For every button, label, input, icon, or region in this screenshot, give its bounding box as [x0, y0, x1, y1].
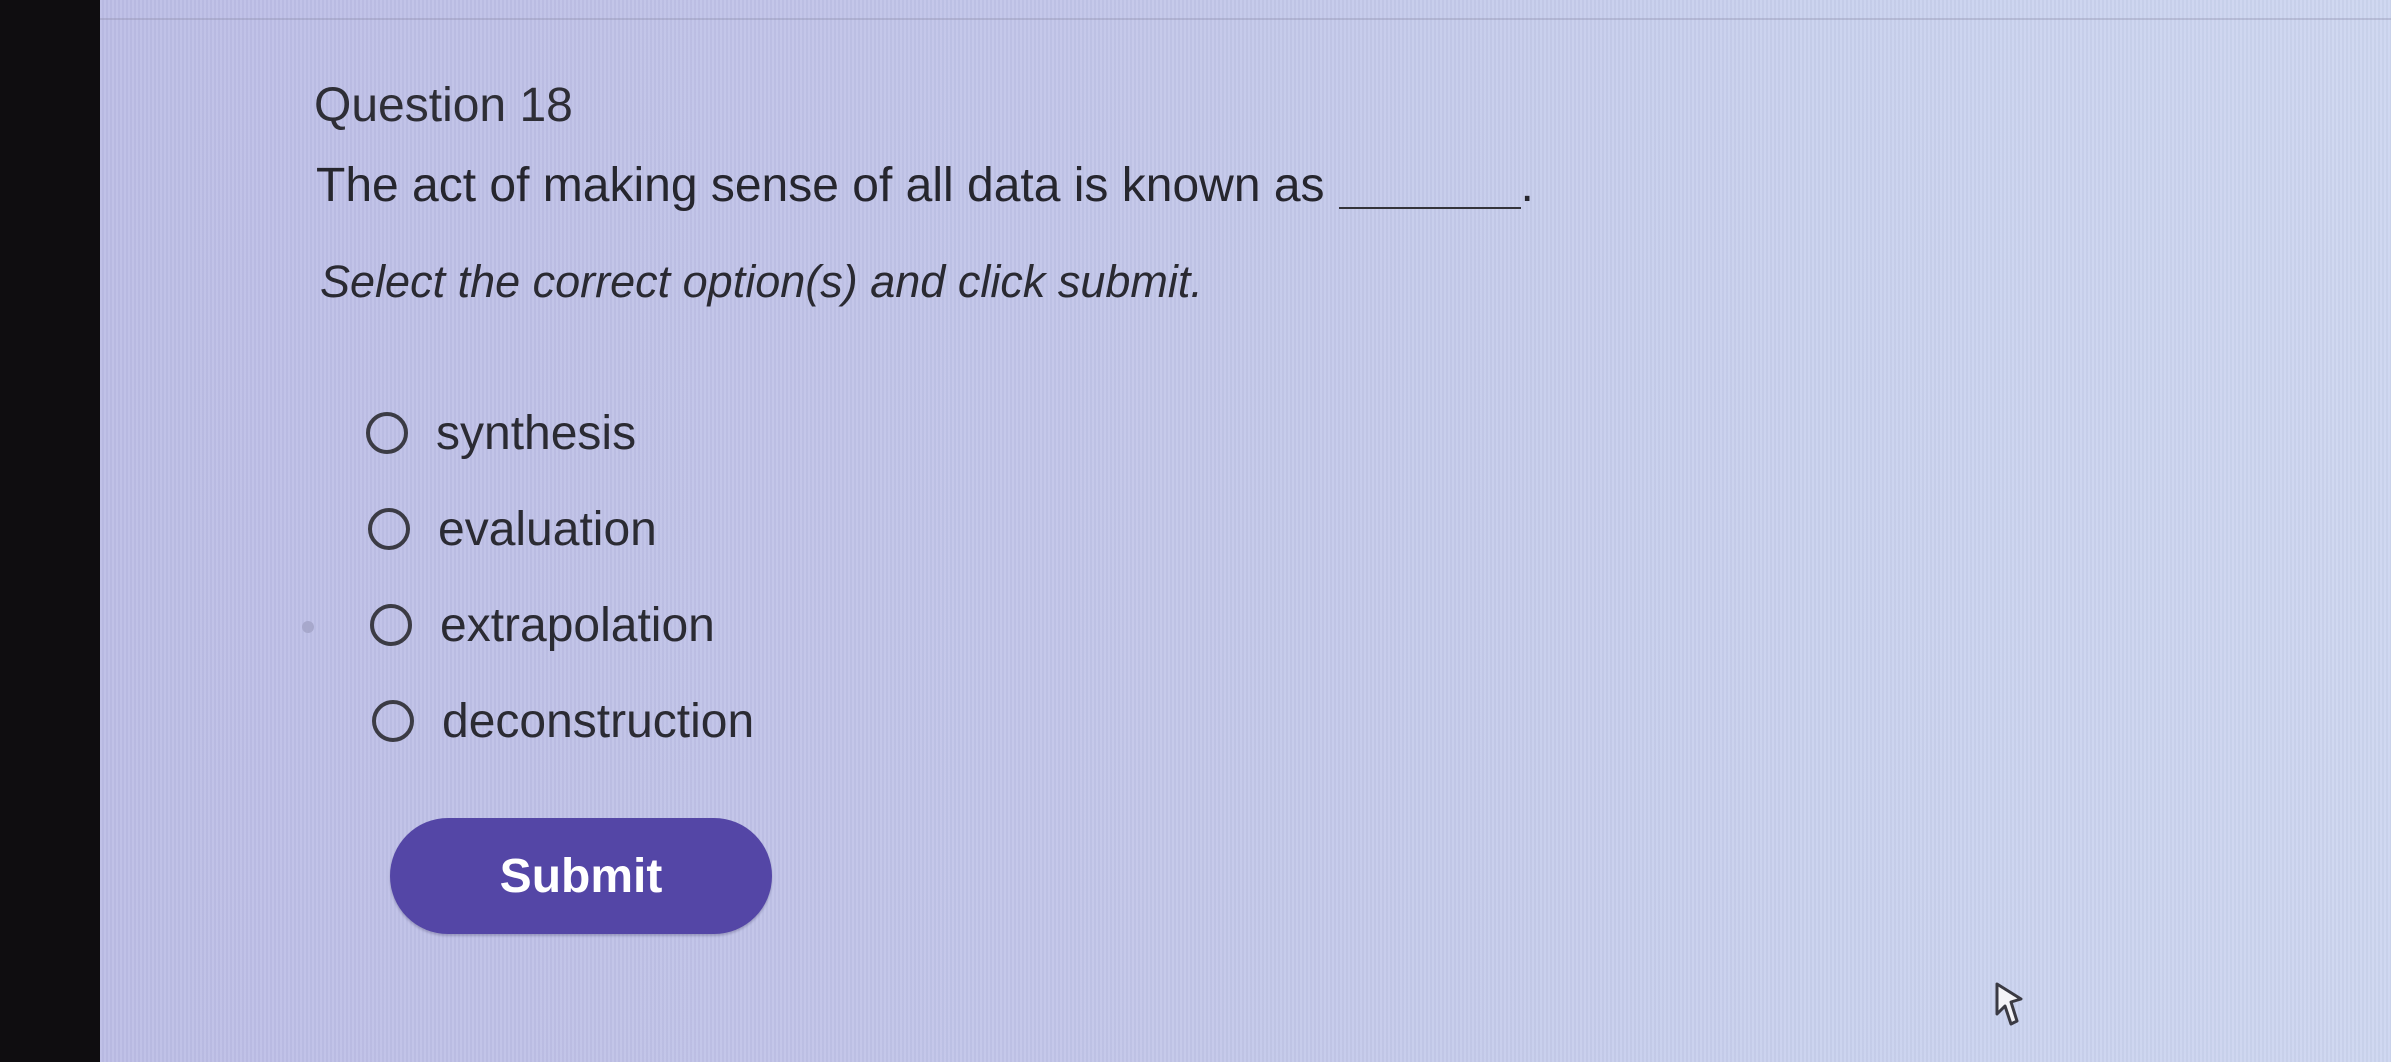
radio-button[interactable]	[366, 412, 408, 454]
answer-blank	[1338, 207, 1521, 209]
radio-button[interactable]	[370, 604, 412, 646]
radio-button[interactable]	[368, 508, 410, 550]
radio-button[interactable]	[372, 700, 414, 742]
question-title: Question 18	[314, 79, 573, 132]
option-extrapolation[interactable]: extrapolation	[370, 577, 754, 673]
top-border	[100, 18, 2391, 20]
pointer-cursor-icon	[1995, 982, 2023, 1026]
question-period: .	[1520, 159, 1534, 212]
option-label: deconstruction	[442, 694, 755, 748]
question-text: The act of making sense of all data is k…	[316, 158, 1534, 213]
option-synthesis[interactable]: synthesis	[366, 385, 754, 481]
answer-options: synthesis evaluation extrapolation decon…	[366, 385, 754, 769]
option-evaluation[interactable]: evaluation	[368, 481, 754, 577]
option-label: evaluation	[438, 502, 657, 556]
option-label: extrapolation	[440, 598, 715, 652]
option-deconstruction[interactable]: deconstruction	[372, 673, 754, 769]
instruction-text: Select the correct option(s) and click s…	[320, 256, 1203, 307]
option-label: synthesis	[436, 406, 637, 460]
decorative-dot	[302, 621, 314, 633]
quiz-screen: Question 18 The act of making sense of a…	[100, 0, 2391, 1062]
question-prompt: The act of making sense of all data is k…	[316, 159, 1325, 212]
submit-button[interactable]: Submit	[390, 818, 772, 934]
